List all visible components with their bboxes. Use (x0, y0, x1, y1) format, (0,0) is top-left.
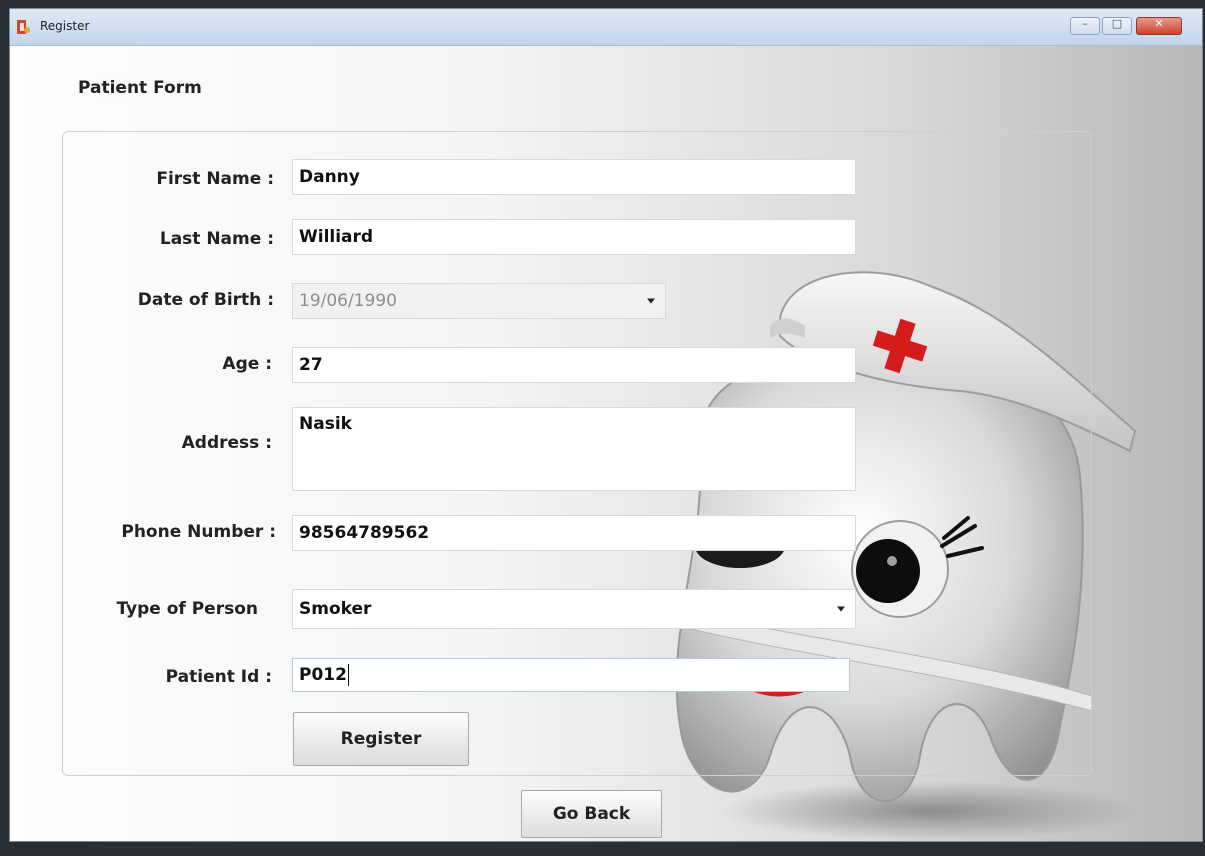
age-label: Age : (222, 354, 272, 374)
maximize-icon: □ (1111, 17, 1123, 30)
title-bar[interactable]: Register – □ ✕ (10, 9, 1202, 46)
close-button[interactable]: ✕ (1136, 17, 1182, 35)
first-name-value: Danny (299, 167, 360, 187)
register-button[interactable]: Register (293, 712, 469, 766)
text-cursor (347, 664, 349, 686)
first-name-input[interactable]: Danny (292, 159, 856, 195)
first-name-label: First Name : (156, 169, 274, 189)
minimize-button[interactable]: – (1070, 17, 1100, 35)
dob-label: Date of Birth : (137, 290, 274, 310)
dropdown-arrow-icon[interactable] (837, 606, 845, 612)
type-of-person-select[interactable]: Smoker (292, 589, 856, 629)
type-of-person-value: Smoker (299, 599, 372, 619)
last-name-label: Last Name : (159, 229, 274, 249)
patient-form-legend: Patient Form (74, 78, 206, 98)
type-of-person-label: Type of Person (116, 599, 258, 619)
last-name-value: Williard (299, 227, 374, 247)
patient-id-value: P012 (299, 665, 347, 685)
address-value: Nasik (299, 414, 352, 434)
phone-number-input[interactable]: 98564789562 (292, 515, 856, 551)
age-value: 27 (299, 355, 323, 375)
app-icon (17, 20, 30, 34)
register-window: Register – □ ✕ Patient Form First Name:… (9, 8, 1203, 842)
last-name-input[interactable]: Williard (292, 219, 856, 255)
maximize-button[interactable]: □ (1102, 17, 1132, 35)
patient-id-input[interactable]: P012 (292, 658, 850, 692)
phone-number-label: Phone Number : (121, 522, 276, 542)
address-label: Address : (181, 433, 272, 453)
dob-datepicker[interactable]: 19/06/1990 (292, 283, 666, 319)
go-back-button[interactable]: Go Back (521, 790, 662, 838)
address-textarea[interactable]: Nasik (292, 407, 856, 491)
age-input[interactable]: 27 (292, 347, 856, 383)
close-icon: ✕ (1154, 17, 1164, 30)
minimize-icon: – (1082, 17, 1088, 30)
dropdown-arrow-icon[interactable] (647, 298, 655, 304)
patient-id-label: Patient Id : (165, 667, 272, 687)
phone-number-value: 98564789562 (299, 523, 430, 543)
dob-value: 19/06/1990 (299, 291, 397, 311)
window-title: Register (40, 19, 90, 33)
